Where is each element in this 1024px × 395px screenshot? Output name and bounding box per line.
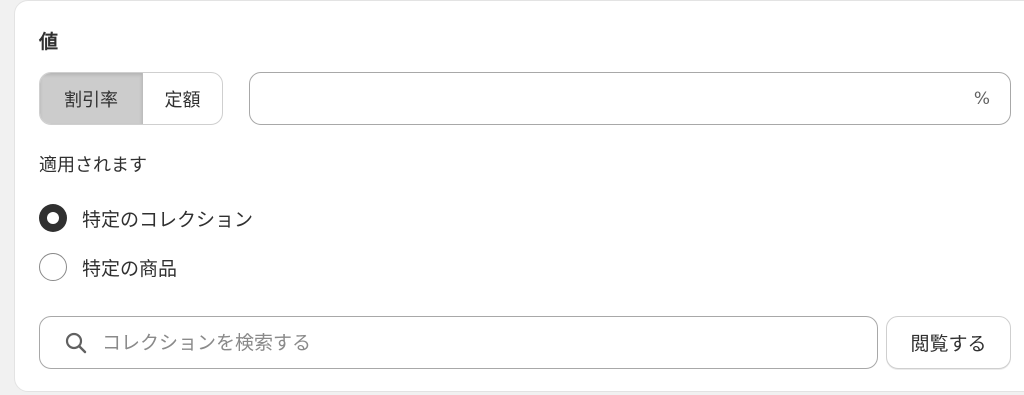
radio-specific-collections[interactable]: 特定のコレクション [39, 203, 253, 233]
section-title: 値 [39, 31, 59, 53]
collection-search-input[interactable] [88, 317, 877, 368]
radio-specific-products[interactable]: 特定の商品 [39, 252, 177, 282]
search-icon [64, 331, 88, 355]
discount-value-field: % [249, 72, 1011, 125]
discount-value-input[interactable] [250, 73, 974, 124]
collection-search-field [39, 316, 878, 369]
browse-button[interactable]: 閲覧する [886, 316, 1011, 369]
radio-checked-icon[interactable] [39, 204, 67, 232]
percentage-toggle-button[interactable]: 割引率 [40, 73, 143, 124]
discount-type-toggle: 割引率 定額 [39, 72, 223, 125]
radio-label-products: 特定の商品 [82, 257, 178, 280]
fixed-amount-toggle-button[interactable]: 定額 [143, 73, 222, 124]
percent-suffix: % [973, 88, 990, 109]
radio-label-collections: 特定のコレクション [82, 208, 254, 231]
radio-unchecked-icon[interactable] [39, 253, 67, 281]
applies-to-label: 適用されます [39, 155, 147, 176]
